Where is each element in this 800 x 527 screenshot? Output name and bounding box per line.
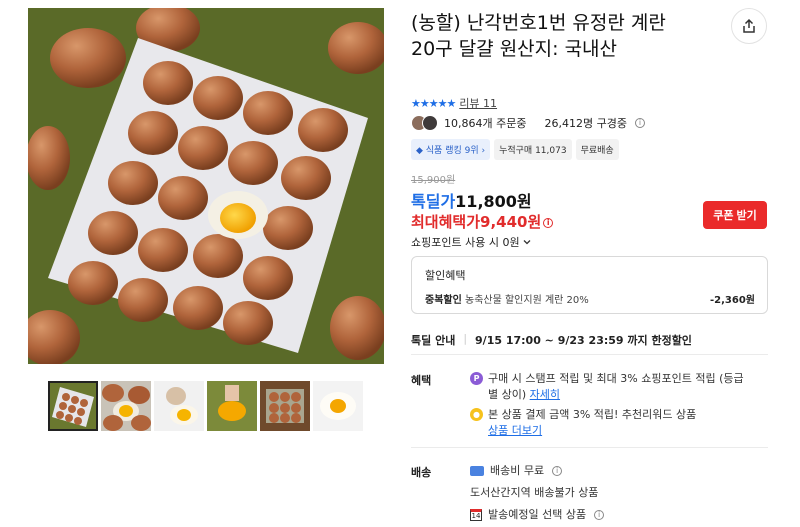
deal-info: 톡딜 안내 | 9/15 17:00 ~ 9/23 23:59 까지 한정할인 (411, 332, 692, 348)
discount-desc: 농축산물 할인지원 계란 20% (465, 295, 589, 306)
max-benefit-label: 최대혜택가 (411, 213, 481, 231)
info-icon[interactable]: i (594, 510, 605, 520)
thumbnail-4[interactable] (207, 381, 257, 431)
shipping-fee-row: 배송비 무료 i (470, 463, 604, 479)
details-link[interactable]: 자세히 (530, 388, 560, 401)
benefits-label: 혜택 (411, 374, 432, 387)
badge-row: ◆ 식품 랭킹 9위 › 누적구매 11,073 무료배송 (411, 139, 619, 160)
orders-count: 10,864개 주문중 (444, 117, 527, 130)
original-price: 15,900원 (411, 175, 456, 186)
shopping-point-toggle[interactable]: 쇼핑포인트 사용 시 0원 (411, 234, 532, 250)
discount-box: 할인혜택 중복할인 농축산물 할인지원 계란 20% -2,360원 (411, 256, 768, 314)
discount-amount: -2,360원 (710, 295, 755, 306)
thumbnail-3[interactable] (154, 381, 204, 431)
deal-price: 11,800원 (455, 192, 532, 211)
stats-row: 10,864개 주문중 26,412명 구경중 i (411, 115, 645, 131)
thumbnail-2[interactable] (101, 381, 151, 431)
benefit-text: 본 상품 결제 금액 3% 적립! 추천리워드 상품 (488, 408, 697, 421)
shipping-label: 배송 (411, 466, 432, 479)
max-benefit-row: 최대혜택가9,440원 i (411, 211, 554, 232)
shipping-restriction-row: 도서산간지역 배송불가 상품 (470, 485, 604, 501)
discount-line: 중복할인 농축산물 할인지원 계란 20% -2,360원 (425, 291, 755, 306)
truck-icon (470, 466, 484, 476)
thumbnail-5[interactable] (260, 381, 310, 431)
max-benefit-price: 9,440원 (480, 213, 542, 231)
rating-stars: ★★★★★ (411, 96, 456, 110)
point-icon: P (470, 372, 483, 385)
benefit-item: P 구매 시 스탬프 적립 및 최대 3% 쇼핑포인트 적립 (등급별 상이) … (470, 371, 750, 403)
reward-icon: ● (470, 408, 483, 421)
ranking-badge[interactable]: ◆ 식품 랭킹 9위 › (411, 139, 491, 160)
deal-info-heading: 톡딜 안내 (411, 334, 456, 347)
more-products-link[interactable]: 상품 더보기 (488, 424, 542, 437)
shipping-list: 배송비 무료 i 도서산간지역 배송불가 상품 14 발송예정일 선택 상품 i (470, 463, 605, 527)
share-button[interactable] (731, 8, 767, 44)
buyer-avatars (411, 115, 438, 131)
benefits-list: P 구매 시 스탬프 적립 및 최대 3% 쇼핑포인트 적립 (등급별 상이) … (470, 371, 750, 443)
deal-price-row: 톡딜가11,800원 (411, 188, 532, 212)
thumbnail-1[interactable] (48, 381, 98, 431)
shipping-restriction: 도서산간지역 배송불가 상품 (470, 486, 599, 499)
review-link[interactable]: 리뷰 11 (459, 95, 497, 111)
coupon-button[interactable]: 쿠폰 받기 (703, 201, 767, 229)
calendar-icon: 14 (470, 509, 482, 521)
shipping-fee: 배송비 무료 (490, 464, 545, 477)
deal-info-period: 9/15 17:00 ~ 9/23 23:59 까지 한정할인 (475, 334, 692, 347)
thumbnail-6[interactable] (313, 381, 363, 431)
rating-row: ★★★★★ 리뷰 11 (411, 95, 497, 111)
benefit-text: 구매 시 스탬프 적립 및 최대 3% 쇼핑포인트 적립 (등급별 상이) (488, 372, 744, 401)
separator: | (463, 332, 468, 345)
share-icon (743, 18, 755, 33)
product-main-image (28, 8, 384, 364)
info-icon[interactable]: i (543, 217, 554, 228)
thumbnail-strip (48, 381, 363, 431)
discount-title: 할인혜택 (425, 269, 466, 282)
benefit-item: ● 본 상품 결제 금액 3% 적립! 추천리워드 상품상품 더보기 (470, 407, 750, 439)
info-icon[interactable]: i (634, 118, 645, 128)
info-icon[interactable]: i (552, 466, 563, 476)
deal-tag: 톡딜가 (411, 192, 456, 211)
product-title: (농할) 난각번호1번 유정란 계란 20구 달걀 원산지: 국내산 (411, 12, 666, 60)
shipping-schedule: 발송예정일 선택 상품 (488, 508, 587, 521)
chevron-down-icon (523, 240, 531, 245)
shopping-point-text: 쇼핑포인트 사용 시 0원 (411, 236, 520, 249)
divider (411, 354, 768, 355)
cumulative-badge: 누적구매 11,073 (494, 139, 572, 160)
subscribers-count: 26,412명 구경중 (544, 117, 627, 130)
divider (411, 447, 768, 448)
free-shipping-badge: 무료배송 (575, 139, 619, 160)
shipping-schedule-row: 14 발송예정일 선택 상품 i (470, 507, 605, 523)
discount-label: 중복할인 (425, 295, 462, 306)
avatar (422, 115, 438, 131)
